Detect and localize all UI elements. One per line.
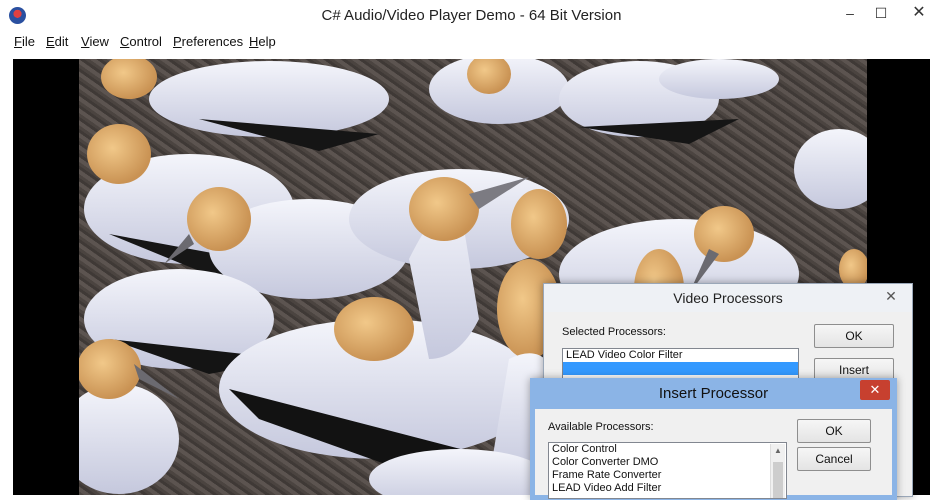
ok-button[interactable]: OK bbox=[797, 419, 871, 443]
list-item[interactable]: LEAD Video Add Filter bbox=[549, 482, 786, 495]
menu-bar: File Edit View Control Preferences Help bbox=[0, 31, 943, 51]
video-processors-close-button[interactable]: ✕ bbox=[878, 287, 904, 305]
list-item[interactable]: LEAD Video Color Filter bbox=[563, 349, 798, 362]
scroll-up-icon[interactable]: ▲ bbox=[771, 444, 785, 458]
menu-edit[interactable]: Edit bbox=[46, 34, 68, 49]
list-item-selected[interactable] bbox=[563, 362, 798, 375]
selected-processors-label: Selected Processors: bbox=[562, 326, 666, 338]
insert-processor-close-button[interactable]: ✕ bbox=[860, 380, 890, 400]
title-bar: C# Audio/Video Player Demo - 64 Bit Vers… bbox=[0, 0, 943, 31]
menu-file[interactable]: File bbox=[14, 34, 35, 49]
video-processors-title: Video Processors bbox=[544, 284, 912, 312]
list-item[interactable]: Color Converter DMO bbox=[549, 456, 786, 469]
scroll-thumb[interactable] bbox=[773, 462, 783, 498]
menu-view[interactable]: View bbox=[81, 34, 109, 49]
list-item[interactable]: Color Control bbox=[549, 443, 786, 456]
available-processors-list[interactable]: Color Control Color Converter DMO Frame … bbox=[548, 442, 787, 499]
insert-processor-dialog: Insert Processor ✕ Available Processors:… bbox=[530, 378, 897, 500]
menu-preferences[interactable]: Preferences bbox=[173, 34, 243, 49]
insert-processor-title: Insert Processor bbox=[530, 378, 897, 409]
ok-button[interactable]: OK bbox=[814, 324, 894, 348]
window-title: C# Audio/Video Player Demo - 64 Bit Vers… bbox=[321, 7, 622, 24]
list-scrollbar[interactable]: ▲ bbox=[770, 444, 785, 498]
cancel-button[interactable]: Cancel bbox=[797, 447, 871, 471]
list-item[interactable]: Frame Rate Converter bbox=[549, 469, 786, 482]
menu-control[interactable]: Control bbox=[120, 34, 162, 49]
menu-help[interactable]: Help bbox=[249, 34, 276, 49]
available-processors-label: Available Processors: bbox=[548, 421, 654, 433]
close-button[interactable]: ✕ bbox=[895, 0, 943, 28]
